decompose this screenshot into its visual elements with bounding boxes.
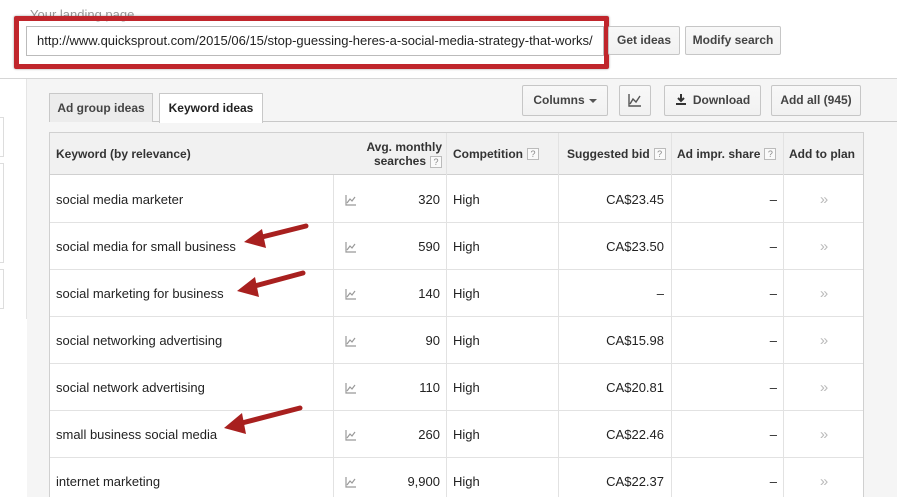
add-to-plan-icon[interactable]: » <box>785 364 863 411</box>
help-icon[interactable]: ? <box>430 155 442 168</box>
competition-cell: High <box>453 239 480 254</box>
header-searches-line2: searches <box>373 154 426 168</box>
download-button[interactable]: Download <box>664 85 761 116</box>
searches-cell: 260 <box>418 427 440 442</box>
header-share[interactable]: Ad impr. share? <box>677 133 782 175</box>
share-cell: – <box>769 474 777 489</box>
bid-cell: CA$20.81 <box>606 380 664 395</box>
header-keyword[interactable]: Keyword (by relevance) <box>56 133 326 175</box>
bid-cell: CA$22.37 <box>606 474 664 489</box>
searches-cell: 320 <box>418 192 440 207</box>
table-header: Keyword (by relevance) Avg. monthly sear… <box>50 133 863 175</box>
ideas-panel: Ad group ideas Keyword ideas Columns Dow… <box>27 79 897 497</box>
add-to-plan-icon[interactable]: » <box>785 458 863 497</box>
bid-cell: CA$15.98 <box>606 333 664 348</box>
header-add: Add to plan <box>789 133 863 175</box>
sidebar-tab-2[interactable] <box>0 163 4 263</box>
competition-cell: High <box>453 192 480 207</box>
table-row: social networking advertising 90 High CA$15… <box>50 317 863 364</box>
help-icon[interactable]: ? <box>527 148 539 160</box>
help-icon[interactable]: ? <box>653 148 666 160</box>
share-cell: – <box>769 239 777 254</box>
get-ideas-button[interactable]: Get ideas <box>608 26 680 55</box>
help-icon[interactable]: ? <box>764 148 777 160</box>
landing-page-label: Your landing page <box>30 7 135 22</box>
add-to-plan-icon[interactable]: » <box>785 176 863 223</box>
columns-label: Columns <box>533 93 585 107</box>
chart-toggle-button[interactable] <box>619 85 651 116</box>
header-competition[interactable]: Competition? <box>453 133 553 175</box>
header-keyword-label: Keyword (by relevance) <box>56 147 191 161</box>
header-share-label: Ad impr. share <box>677 147 761 161</box>
sidebar-tab-1[interactable] <box>0 117 4 157</box>
add-to-plan-icon[interactable]: » <box>785 317 863 364</box>
table-row: social media for small business 590 High CA… <box>50 223 863 270</box>
table-row: social media marketer 320 High CA$23.45 –» <box>50 176 863 223</box>
share-cell: – <box>769 333 777 348</box>
keyword-cell[interactable]: social marketing for business <box>56 270 336 317</box>
bid-cell: CA$22.46 <box>606 427 664 442</box>
competition-cell: High <box>453 286 480 301</box>
keyword-cell[interactable]: social media for small business <box>56 223 336 270</box>
competition-cell: High <box>453 333 480 348</box>
header-searches[interactable]: Avg. monthly searches? <box>350 133 442 175</box>
competition-cell: High <box>453 427 480 442</box>
searches-cell: 590 <box>418 239 440 254</box>
header-searches-line1: Avg. monthly <box>366 140 442 154</box>
chevron-down-icon <box>588 98 597 103</box>
table-row: small business social media 260 High CA$22.… <box>50 411 863 458</box>
header-bid[interactable]: Suggested bid? <box>567 133 667 175</box>
searches-cell: 9,900 <box>407 474 440 489</box>
competition-cell: High <box>453 474 480 489</box>
keyword-cell[interactable]: small business social media <box>56 411 336 458</box>
bid-cell: – <box>656 286 664 301</box>
left-sidebar-strip <box>0 79 27 319</box>
tab-ad-group-ideas[interactable]: Ad group ideas <box>49 93 153 122</box>
keyword-cell[interactable]: social network advertising <box>56 364 336 411</box>
share-cell: – <box>769 427 777 442</box>
landing-url-input[interactable]: http://www.quicksprout.com/2015/06/15/st… <box>26 26 604 56</box>
keyword-cell[interactable]: social networking advertising <box>56 317 336 364</box>
header-add-label: Add to plan <box>789 147 855 161</box>
line-chart-icon <box>628 93 641 107</box>
modify-search-button[interactable]: Modify search <box>685 26 781 55</box>
keyword-ideas-table: Keyword (by relevance) Avg. monthly sear… <box>49 132 864 497</box>
searches-cell: 140 <box>418 286 440 301</box>
add-all-button[interactable]: Add all (945) <box>771 85 861 116</box>
add-to-plan-icon[interactable]: » <box>785 270 863 317</box>
share-cell: – <box>769 192 777 207</box>
download-label: Download <box>692 93 751 107</box>
bid-cell: CA$23.50 <box>606 239 664 254</box>
table-row: social network advertising 110 High CA$20.8… <box>50 364 863 411</box>
landing-page-section: Your landing page http://www.quicksprout… <box>0 0 897 78</box>
table-row: internet marketing 9,900 High CA$22.37 –» <box>50 458 863 497</box>
columns-button[interactable]: Columns <box>522 85 608 116</box>
keyword-cell[interactable]: social media marketer <box>56 176 336 223</box>
tab-keyword-ideas[interactable]: Keyword ideas <box>159 93 263 123</box>
competition-cell: High <box>453 380 480 395</box>
searches-cell: 90 <box>425 333 440 348</box>
searches-cell: 110 <box>419 380 440 395</box>
bid-cell: CA$23.45 <box>606 192 664 207</box>
header-bid-label: Suggested bid <box>567 147 650 161</box>
header-competition-label: Competition <box>453 147 523 161</box>
share-cell: – <box>769 380 777 395</box>
add-to-plan-icon[interactable]: » <box>785 411 863 458</box>
table-row: social marketing for business 140 High – –» <box>50 270 863 317</box>
download-icon <box>675 94 686 106</box>
keyword-cell[interactable]: internet marketing <box>56 458 336 497</box>
share-cell: – <box>769 286 777 301</box>
sidebar-tab-3[interactable] <box>0 269 4 309</box>
add-to-plan-icon[interactable]: » <box>785 223 863 270</box>
